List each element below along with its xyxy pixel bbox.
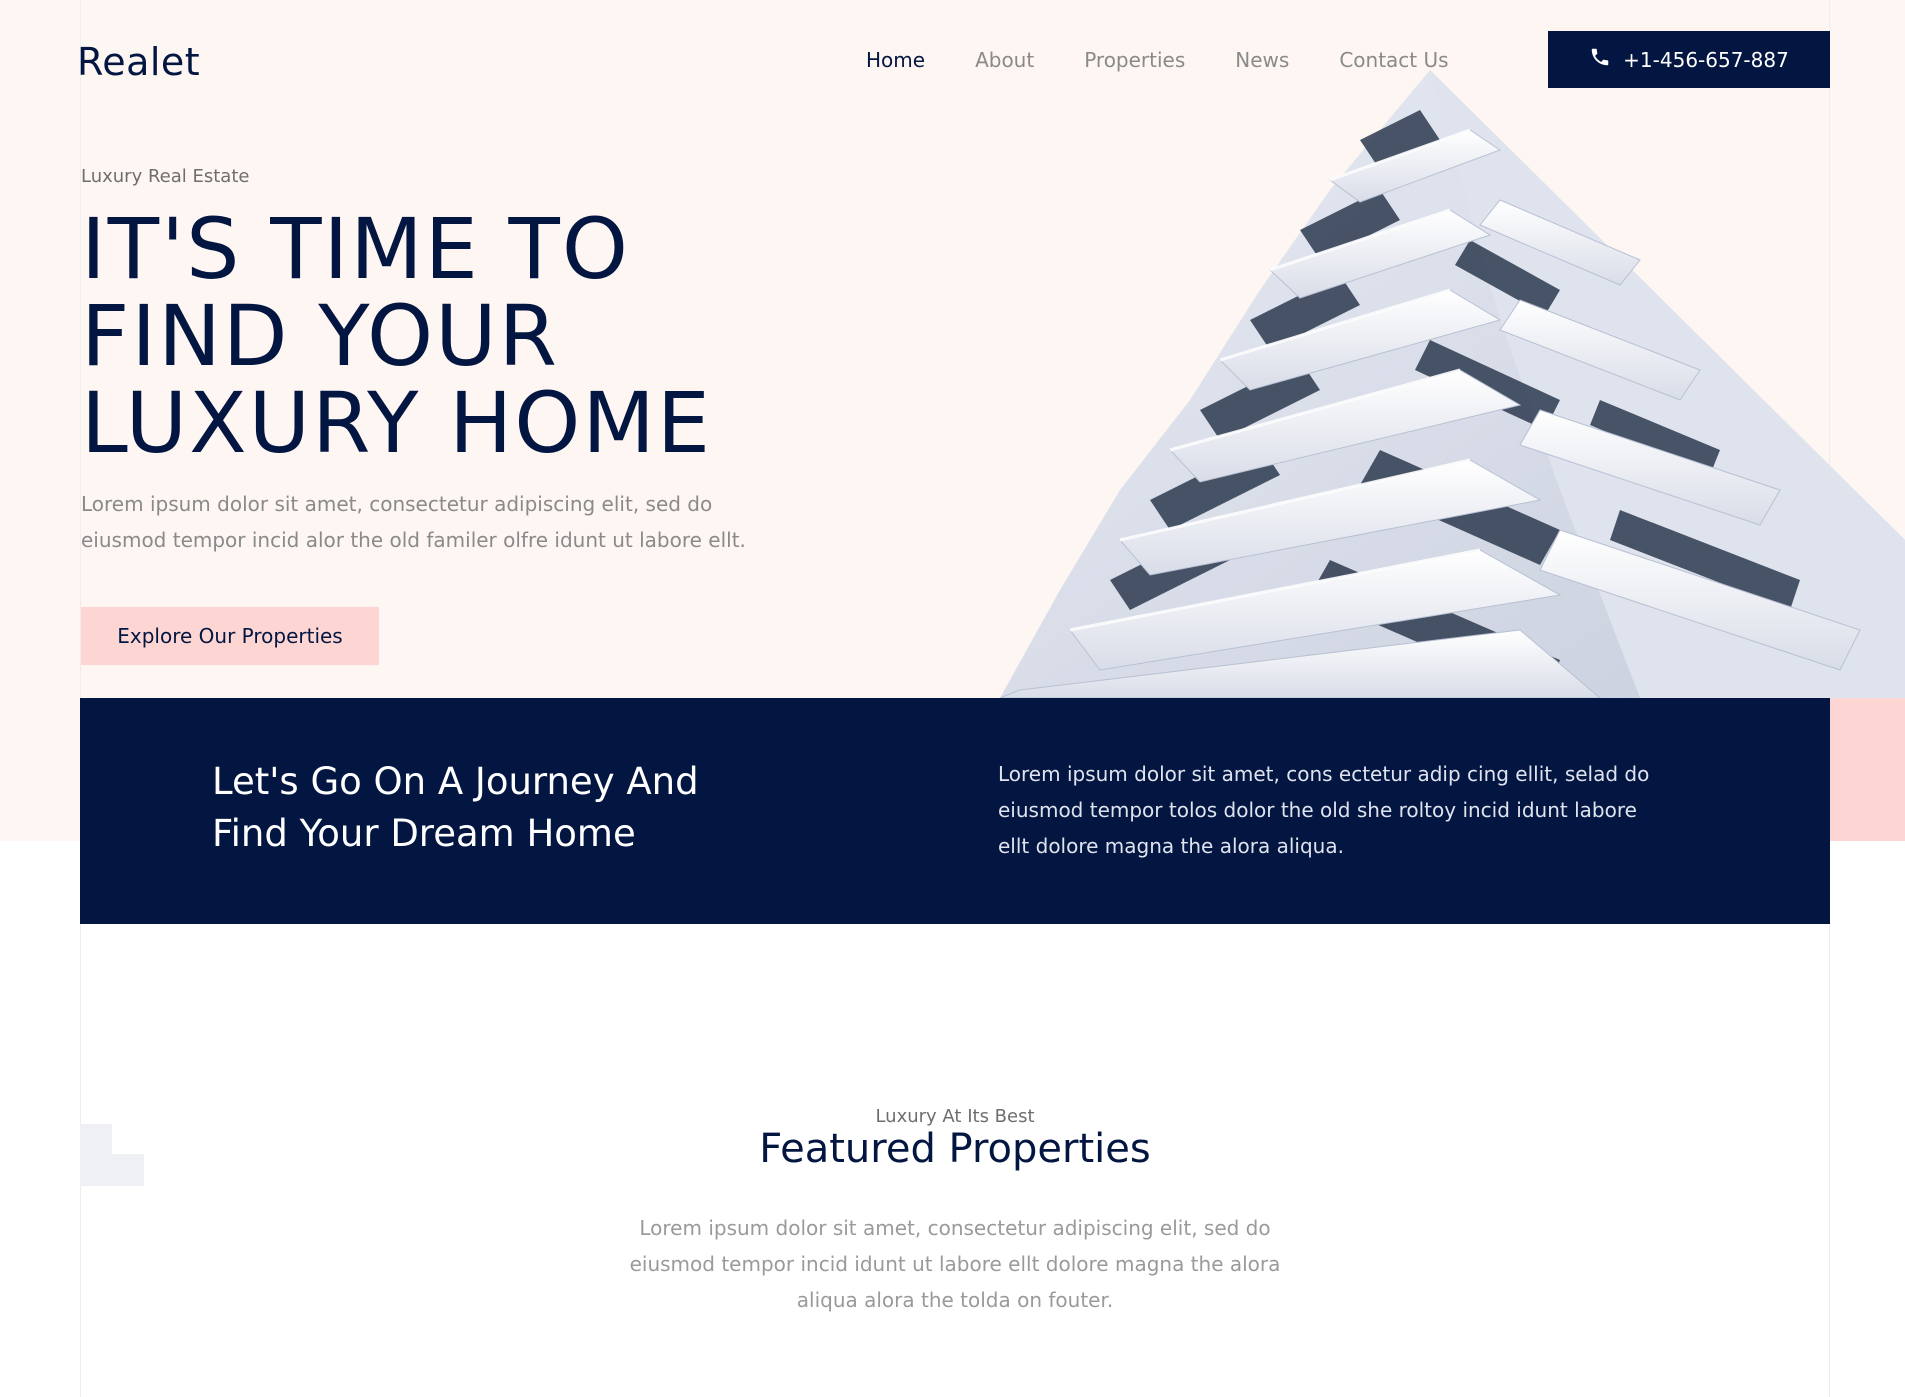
hero-title-line: LUXURY HOME bbox=[81, 374, 712, 472]
hero-description: Lorem ipsum dolor sit amet, consectetur … bbox=[81, 492, 746, 552]
building-facade-image bbox=[1000, 70, 1905, 698]
site-logo[interactable]: Realet bbox=[77, 40, 200, 84]
journey-banner: Let's Go On A Journey And Find Your Drea… bbox=[80, 698, 1830, 924]
explore-properties-button[interactable]: Explore Our Properties bbox=[81, 607, 379, 665]
decorative-pink-strip bbox=[1830, 698, 1905, 841]
hero-title-line: FIND YOUR bbox=[81, 287, 559, 385]
hero-title-line: IT'S TIME TO bbox=[81, 200, 630, 298]
nav-link-home[interactable]: Home bbox=[866, 46, 925, 74]
hero-eyebrow: Luxury Real Estate bbox=[81, 166, 250, 187]
featured-description: Lorem ipsum dolor sit amet, consectetur … bbox=[629, 1216, 1281, 1312]
hero-title: IT'S TIME TO FIND YOUR LUXURY HOME bbox=[81, 206, 781, 467]
nav-item-home: Home bbox=[866, 46, 975, 74]
journey-description: Lorem ipsum dolor sit amet, cons ectetur… bbox=[998, 762, 1650, 858]
journey-title: Let's Go On A Journey And Find Your Drea… bbox=[212, 760, 699, 855]
featured-title: Featured Properties bbox=[759, 1126, 1151, 1172]
phone-icon bbox=[1589, 46, 1611, 73]
phone-number: +1-456-657-887 bbox=[1623, 47, 1789, 72]
featured-eyebrow: Luxury At Its Best bbox=[875, 1106, 1035, 1127]
